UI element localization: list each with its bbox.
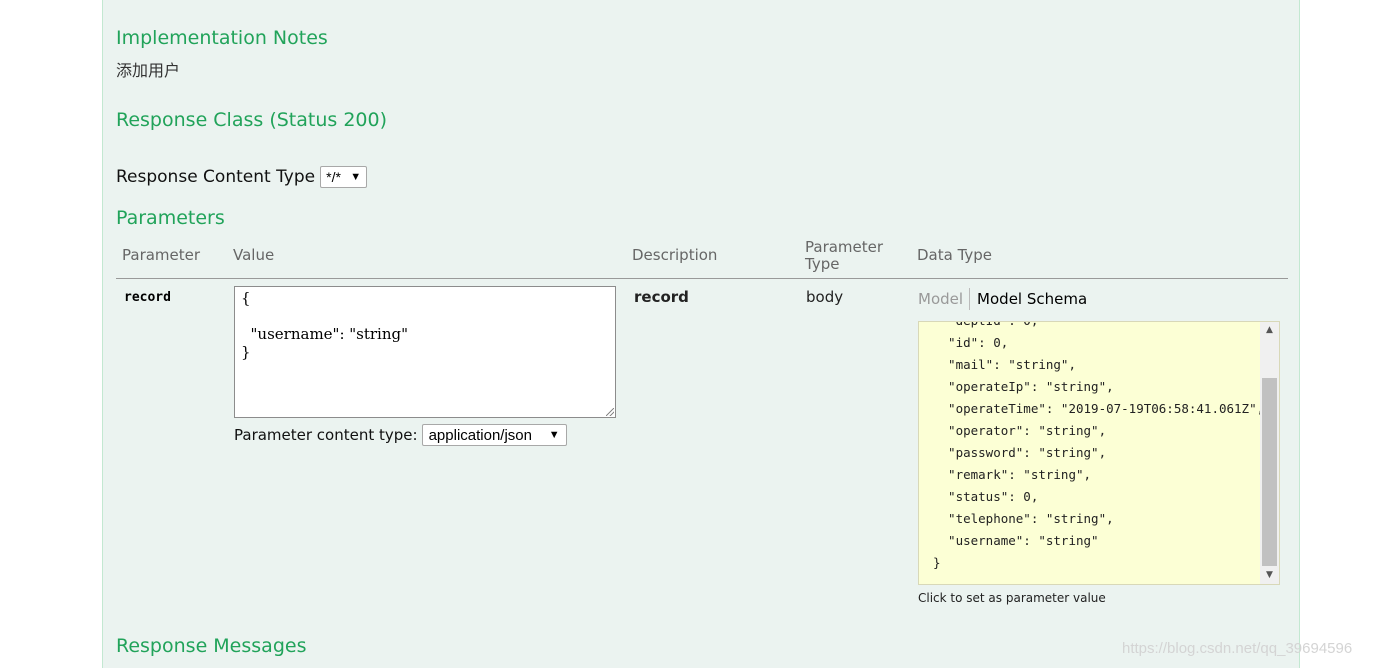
response-content-type-label: Response Content Type [116,167,316,187]
model-schema-box[interactable]: "deptId": 0, "id": 0, "mail": "string", … [918,321,1280,585]
schema-line: } [933,555,941,570]
parameter-name: record [124,290,171,305]
scrollbar-thumb[interactable] [1262,378,1277,566]
column-header-data-type: Data Type [917,246,993,264]
table-header-divider [116,278,1288,279]
schema-line: "password": "string", [933,445,1107,460]
data-type-tabs: Model Model Schema [918,288,1087,310]
implementation-notes-heading: Implementation Notes [116,27,328,49]
schema-line: "telephone": "string", [933,511,1114,526]
schema-line: "operator": "string", [933,423,1107,438]
column-header-description: Description [632,246,718,264]
watermark: https://blog.csdn.net/qq_39694596 [1122,640,1353,657]
response-class-heading: Response Class (Status 200) [116,109,387,131]
triangle-down-icon[interactable]: ▼ [1260,567,1279,584]
parameter-type: body [806,288,844,306]
parameter-content-type-value: application/json [428,426,532,444]
parameter-content-type-label: Parameter content type: [234,426,418,444]
schema-line: "deptId": 0, [933,322,1261,332]
model-schema-code[interactable]: "deptId": 0, "id": 0, "mail": "string", … [919,322,1265,574]
schema-line: "mail": "string", [933,357,1076,372]
parameters-heading: Parameters [116,207,225,229]
parameter-content-type: Parameter content type: application/json… [234,424,567,446]
triangle-down-icon: ▼ [548,429,560,441]
tab-model-schema[interactable]: Model Schema [970,290,1087,308]
implementation-notes-text: 添加用户 [116,61,181,80]
response-content-type-select[interactable]: */* ▼ [320,166,368,188]
schema-line: "operateTime": "2019-07-19T06:58:41.061Z… [933,401,1265,416]
column-header-value: Value [233,246,275,264]
schema-line: "remark": "string", [933,467,1092,482]
triangle-down-icon: ▼ [350,171,362,183]
schema-line: "id": 0, [933,335,1009,350]
parameter-content-type-select[interactable]: application/json ▼ [421,424,567,446]
triangle-up-icon[interactable]: ▲ [1260,322,1279,339]
schema-scrollbar[interactable]: ▲ ▼ [1260,322,1279,584]
parameter-description: record [634,288,689,306]
response-content-type: Response Content Type */* ▼ [116,166,368,188]
response-messages-heading: Response Messages [116,635,307,657]
schema-line: "username": "string" [933,533,1099,548]
tab-model[interactable]: Model [918,288,971,310]
schema-hint: Click to set as parameter value [918,591,1106,605]
operation-panel: Implementation Notes 添加用户 Response Class… [102,0,1300,668]
column-header-parameter: Parameter [122,246,201,264]
schema-line: "operateIp": "string", [933,379,1114,394]
schema-line: "status": 0, [933,489,1039,504]
column-header-parameter-type: Parameter Type [805,238,884,273]
parameter-value-textarea[interactable]: { "username": "string" } [234,286,616,418]
response-content-type-value: */* [326,169,341,185]
